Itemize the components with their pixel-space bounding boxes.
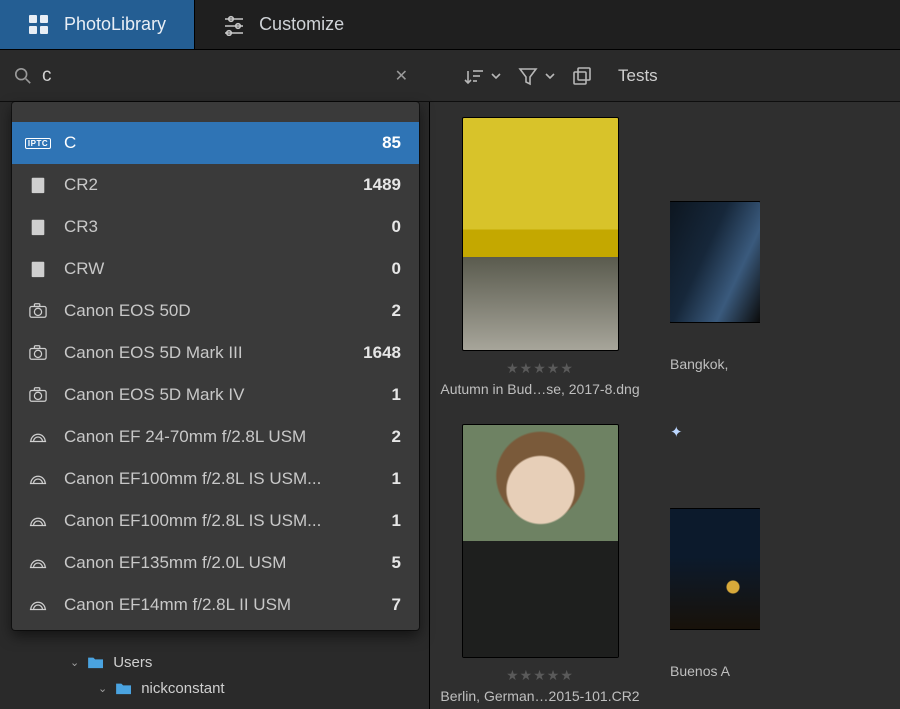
thumbnail[interactable]: ✦ Buenos A — [670, 423, 760, 704]
suggestion-label: Canon EOS 5D Mark IV — [64, 385, 378, 405]
suggestion-count: 2 — [392, 427, 401, 447]
thumbnail-image — [460, 116, 620, 352]
camera-icon — [28, 386, 48, 404]
lens-icon — [28, 596, 48, 614]
suggestion-count: 1648 — [363, 343, 401, 363]
tab-photolibrary[interactable]: PhotoLibrary — [0, 0, 194, 49]
suggestion-row[interactable]: IPTC C 85 — [12, 122, 419, 164]
sidebar: IPTCC85CR21489CR30CRW0Canon EOS 50D2Cano… — [0, 102, 430, 709]
suggestion-row[interactable]: Canon EF 24-70mm f/2.8L USM 2 — [12, 416, 419, 458]
suggestion-count: 2 — [392, 301, 401, 321]
suggestion-row[interactable]: Canon EOS 5D Mark III 1648 — [12, 332, 419, 374]
suggestion-count: 1 — [392, 469, 401, 489]
tab-customize-label: Customize — [259, 14, 344, 35]
rating-stars[interactable]: ★★★★★ — [506, 667, 574, 684]
file-icon — [28, 218, 48, 236]
iptc-badge-icon: IPTC — [25, 138, 51, 149]
thumbnail-grid: ★★★★★Autumn in Bud…se, 2017-8.dng Bangkok… — [460, 116, 900, 704]
stack-button[interactable] — [568, 62, 596, 90]
thumbnail-pane: ★★★★★Autumn in Bud…se, 2017-8.dngBangkok… — [430, 102, 900, 709]
sort-icon — [464, 66, 484, 86]
thumbnail-caption: Berlin, German…2015-101.CR2 — [440, 688, 639, 704]
search-icon — [14, 67, 32, 85]
suggestion-row[interactable]: CR2 1489 — [12, 164, 419, 206]
tree-row-nickconstant[interactable]: ⌄ nickconstant — [98, 675, 225, 701]
chevron-down-icon — [490, 70, 502, 82]
thumbnail[interactable]: ★★★★★Berlin, German…2015-101.CR2 — [460, 423, 620, 704]
suggestion-label: Canon EF14mm f/2.8L II USM — [64, 595, 378, 615]
folder-icon — [115, 681, 133, 695]
file-icon — [28, 260, 48, 278]
suggestion-label: CR2 — [64, 175, 349, 195]
suggestion-row[interactable]: Canon EF100mm f/2.8L IS USM... 1 — [12, 458, 419, 500]
search-input[interactable] — [42, 65, 377, 87]
suggestion-count: 7 — [392, 595, 401, 615]
suggestion-label: Canon EF135mm f/2.0L USM — [64, 553, 378, 573]
thumbnail-image — [670, 423, 760, 659]
search-box: ✕ — [0, 50, 430, 101]
stack-icon — [572, 66, 592, 86]
sliders-icon — [223, 14, 245, 36]
thumbnail-image — [460, 423, 620, 659]
thumbnail-image — [670, 116, 760, 352]
grid-icon — [28, 14, 50, 36]
suggestion-count: 0 — [392, 217, 401, 237]
tree-row-users[interactable]: ⌄ Users — [70, 649, 225, 675]
tab-photolibrary-label: PhotoLibrary — [64, 14, 166, 35]
suggestion-label: Canon EF100mm f/2.8L IS USM... — [64, 469, 378, 489]
suggestion-label: Canon EF 24-70mm f/2.8L USM — [64, 427, 378, 447]
sparkle-icon: ✦ — [670, 423, 683, 441]
suggestion-count: 0 — [392, 259, 401, 279]
suggestion-label: C — [64, 133, 368, 153]
camera-icon — [28, 344, 48, 362]
suggestion-row[interactable]: Canon EF135mm f/2.0L USM 5 — [12, 542, 419, 584]
suggestion-label: Canon EF100mm f/2.8L IS USM... — [64, 511, 378, 531]
folder-tree: ⌄ Users ⌄ nickconstant — [70, 649, 225, 701]
suggestion-label: CR3 — [64, 217, 378, 237]
folder-icon — [87, 655, 105, 669]
suggestion-count: 5 — [392, 553, 401, 573]
search-suggestions: IPTCC85CR21489CR30CRW0Canon EOS 50D2Cano… — [12, 102, 419, 630]
filter-button[interactable] — [514, 62, 560, 90]
lens-icon — [28, 554, 48, 572]
thumbnail[interactable]: ★★★★★Autumn in Bud…se, 2017-8.dng — [460, 116, 620, 397]
suggestion-row[interactable]: Canon EOS 50D 2 — [12, 290, 419, 332]
suggestion-label: Canon EOS 5D Mark III — [64, 343, 349, 363]
tree-label: Users — [113, 654, 152, 671]
chevron-down-icon — [544, 70, 556, 82]
thumbnail-caption: Bangkok, — [670, 356, 728, 372]
suggestion-row[interactable]: Canon EF14mm f/2.8L II USM 7 — [12, 584, 419, 626]
top-tabs: PhotoLibrary Customize — [0, 0, 900, 50]
sort-button[interactable] — [460, 62, 506, 90]
suggestion-row[interactable]: CRW 0 — [12, 248, 419, 290]
suggestion-label: Canon EOS 50D — [64, 301, 378, 321]
tree-label: nickconstant — [141, 680, 224, 697]
thumbnail-caption: Autumn in Bud…se, 2017-8.dng — [440, 381, 639, 397]
chevron-down-icon: ⌄ — [98, 682, 107, 695]
suggestion-count: 1489 — [363, 175, 401, 195]
clear-search-icon[interactable]: ✕ — [387, 62, 416, 90]
search-toolbar-row: ✕ Tests — [0, 50, 900, 102]
lens-icon — [28, 470, 48, 488]
funnel-icon — [518, 66, 538, 86]
suggestion-count: 85 — [382, 133, 401, 153]
suggestion-row[interactable]: Canon EOS 5D Mark IV 1 — [12, 374, 419, 416]
thumbnail-caption: Buenos A — [670, 663, 730, 679]
suggestion-count: 1 — [392, 511, 401, 531]
lens-icon — [28, 428, 48, 446]
suggestion-label: CRW — [64, 259, 378, 279]
grid-toolbar: Tests — [430, 50, 658, 101]
suggestion-count: 1 — [392, 385, 401, 405]
suggestion-row[interactable]: Canon EF100mm f/2.8L IS USM... 1 — [12, 500, 419, 542]
rating-stars[interactable]: ★★★★★ — [506, 360, 574, 377]
suggestion-row[interactable]: CR3 0 — [12, 206, 419, 248]
file-icon — [28, 176, 48, 194]
lens-icon — [28, 512, 48, 530]
tab-customize[interactable]: Customize — [195, 0, 372, 49]
chevron-down-icon: ⌄ — [70, 656, 79, 669]
breadcrumb[interactable]: Tests — [618, 66, 658, 86]
thumbnail[interactable]: Bangkok, — [670, 116, 760, 397]
camera-icon — [28, 302, 48, 320]
